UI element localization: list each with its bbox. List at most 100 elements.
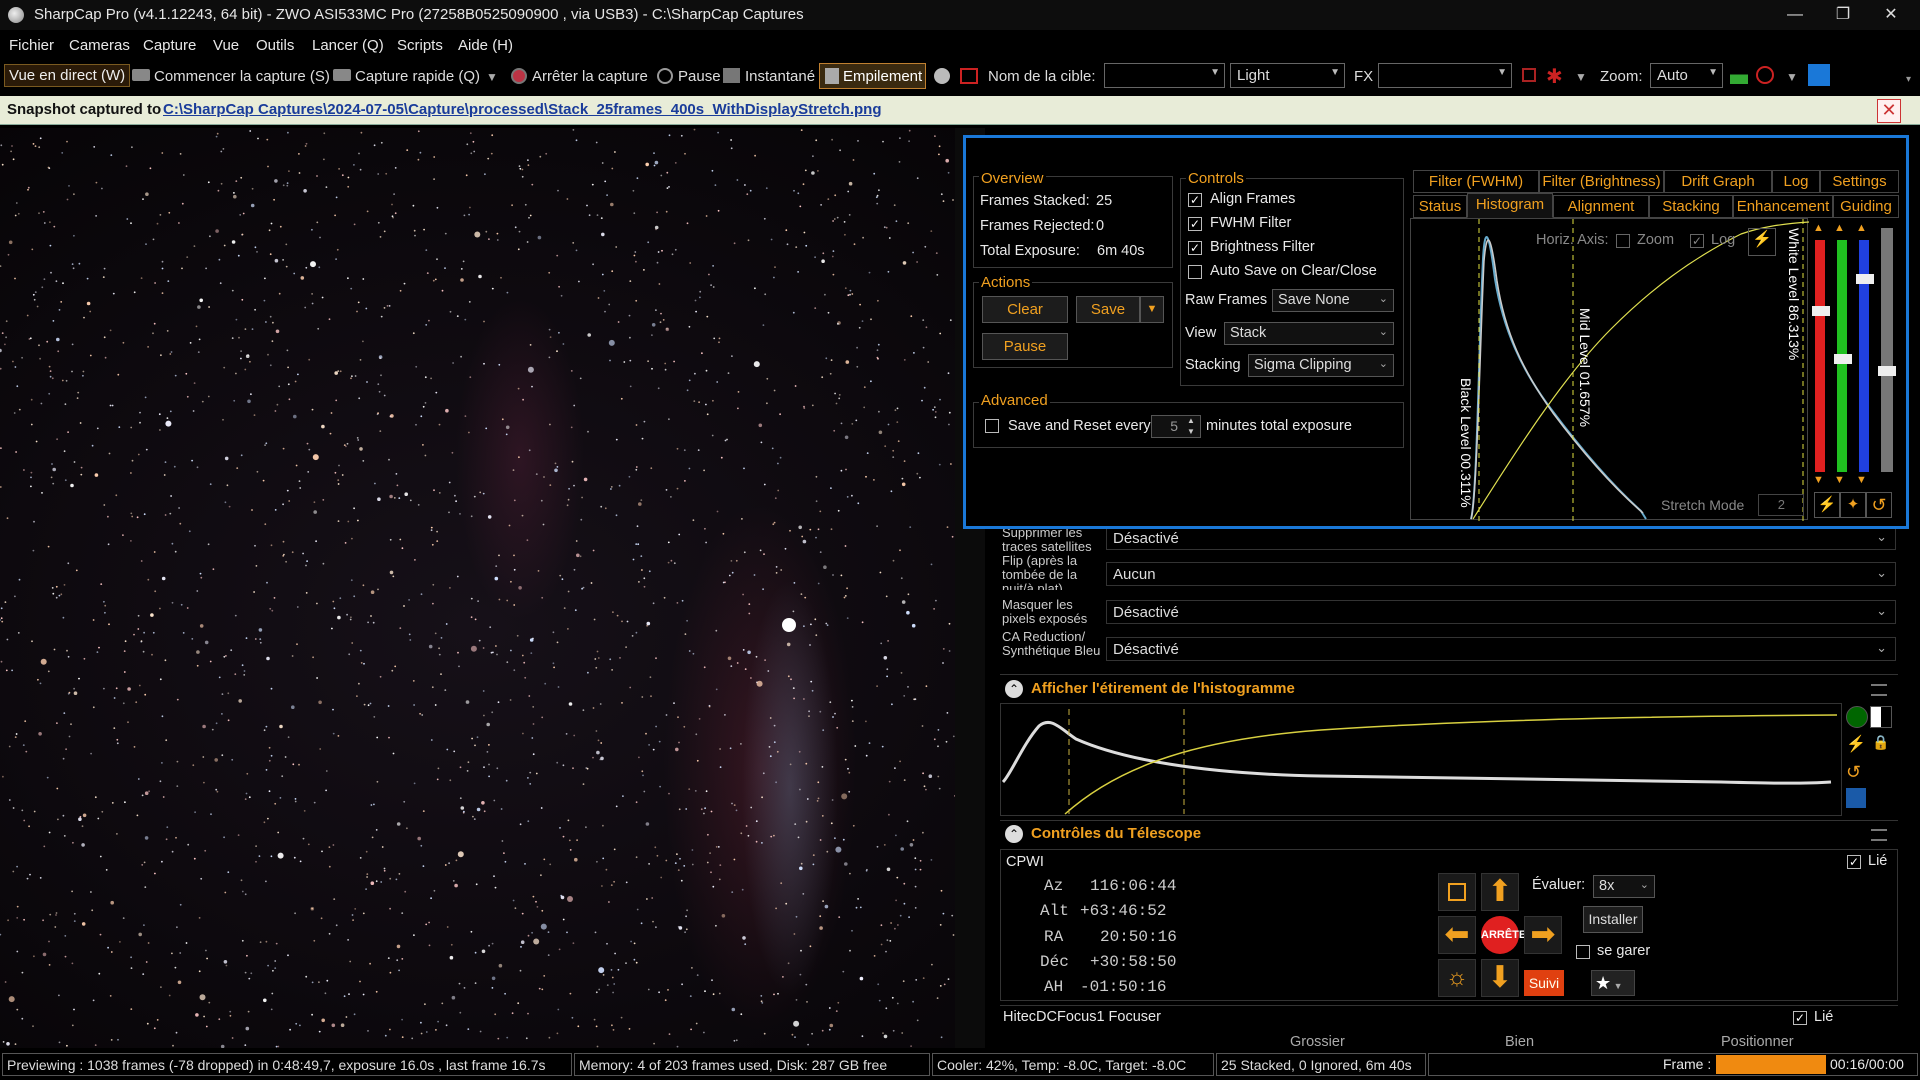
frame-type-combo[interactable]: Light ▼	[1230, 63, 1345, 88]
menu-cameras[interactable]: Cameras	[69, 37, 130, 54]
reset-icon[interactable]: ↺	[1866, 492, 1892, 518]
fwhm-filter-checkbox[interactable]: ✓	[1188, 217, 1202, 231]
pause-stack-button[interactable]: Pause	[982, 333, 1068, 360]
chevron-down-icon[interactable]: ▼	[486, 70, 498, 84]
telescope-linked-checkbox[interactable]: ✓	[1847, 855, 1861, 869]
red-level-slider[interactable]	[1815, 240, 1825, 472]
slider-up-icon[interactable]: ▲	[1856, 222, 1867, 234]
hist-zoom-checkbox[interactable]	[1616, 234, 1630, 248]
menu-scripts[interactable]: Scripts	[397, 37, 443, 54]
auto-stretch-icon[interactable]: ⚡	[1748, 228, 1776, 256]
spinner-down-icon[interactable]: ▼	[1183, 427, 1199, 437]
start-capture-button[interactable]: Commencer la capture (S)	[154, 68, 330, 85]
stacking-mode-combo[interactable]: Sigma Clipping ⌄	[1248, 354, 1394, 377]
lock-icon[interactable]: 🔒	[1872, 734, 1889, 751]
stop-capture-button[interactable]: Arrêter la capture	[532, 68, 648, 85]
blue-slider-handle[interactable]	[1856, 274, 1874, 284]
move-south-button[interactable]: ⬇	[1481, 959, 1519, 997]
clear-stack-button[interactable]: Clear	[982, 296, 1068, 323]
chevron-down-icon[interactable]: ▼	[1575, 70, 1587, 84]
slider-down-icon[interactable]: ▼	[1834, 474, 1845, 486]
spinner-up-icon[interactable]: ▲	[1183, 416, 1199, 426]
moon-icon[interactable]	[934, 68, 950, 84]
tab-stacking[interactable]: Stacking	[1649, 195, 1733, 218]
toolbar-overflow-icon[interactable]: ▾	[1906, 74, 1911, 85]
histogram-stretch-graph[interactable]	[1000, 703, 1842, 816]
live-image-view[interactable]	[0, 128, 955, 1048]
tab-filter-fwhm[interactable]: Filter (FWHM)	[1413, 170, 1539, 193]
view-combo[interactable]: Stack ⌄	[1224, 322, 1394, 345]
stop-mount-button[interactable]: ARRÊTE	[1481, 916, 1526, 954]
move-north-button[interactable]: ⬆	[1481, 873, 1519, 911]
power-icon[interactable]	[1846, 706, 1868, 728]
histogram-icon[interactable]	[1730, 68, 1748, 84]
slider-up-icon[interactable]: ▲	[1813, 222, 1824, 234]
tab-alignment[interactable]: Alignment	[1553, 195, 1649, 218]
snapshot-button[interactable]: Instantané	[745, 68, 815, 85]
install-button[interactable]: Installer	[1583, 906, 1643, 933]
collapse-icon[interactable]: ⌃	[1005, 825, 1023, 843]
rate-combo[interactable]: 8x ⌄	[1593, 875, 1655, 898]
menu-icon[interactable]	[1871, 829, 1887, 841]
autosave-checkbox[interactable]	[1188, 265, 1202, 279]
align-frames-checkbox[interactable]: ✓	[1188, 193, 1202, 207]
overall-slider-handle[interactable]	[1878, 366, 1896, 376]
red-slider-handle[interactable]	[1812, 306, 1830, 316]
menu-vue[interactable]: Vue	[213, 37, 239, 54]
chevron-down-icon[interactable]: ▼	[1786, 70, 1798, 84]
save-stack-button[interactable]: Save	[1076, 296, 1140, 323]
save-options-dropdown[interactable]: ▼	[1140, 296, 1164, 323]
hist-log-checkbox[interactable]: ✓	[1690, 234, 1704, 248]
rgb-level-sliders[interactable]: ▲ ▲ ▲ ▼ ▼ ▼	[1812, 222, 1900, 486]
menu-fichier[interactable]: Fichier	[9, 37, 54, 54]
center-target-button[interactable]: ☼	[1438, 959, 1476, 997]
close-window-button[interactable]: ✕	[1868, 0, 1914, 30]
snapshot-path-link[interactable]: C:\SharpCap Captures\2024-07-05\Capture\…	[163, 101, 881, 118]
minimize-button[interactable]: —	[1772, 0, 1818, 30]
maximize-button[interactable]: ❐	[1820, 0, 1866, 30]
menu-capture[interactable]: Capture	[143, 37, 196, 54]
slider-down-icon[interactable]: ▼	[1856, 474, 1867, 486]
contrast-icon[interactable]	[1870, 706, 1892, 728]
ca-reduction-combo[interactable]: Désactivé ⌄	[1106, 637, 1896, 661]
tab-guiding[interactable]: Guiding	[1833, 195, 1899, 218]
save-icon[interactable]	[1846, 788, 1866, 808]
frame-box-icon[interactable]	[1522, 68, 1536, 82]
slider-down-icon[interactable]: ▼	[1813, 474, 1824, 486]
fx-combo[interactable]: ▼	[1378, 63, 1512, 88]
tab-histogram[interactable]: Histogram	[1467, 193, 1553, 218]
lightning-icon[interactable]: ⚡	[1846, 734, 1866, 754]
move-east-button[interactable]: ➡	[1524, 916, 1562, 954]
pause-button[interactable]: Pause	[678, 68, 721, 85]
focuser-linked-checkbox[interactable]: ✓	[1793, 1011, 1807, 1025]
reset-icon[interactable]: ↺	[1846, 762, 1861, 783]
slider-up-icon[interactable]: ▲	[1834, 222, 1845, 234]
tab-log[interactable]: Log	[1772, 170, 1820, 193]
raw-frames-combo[interactable]: Save None ⌄	[1272, 289, 1394, 312]
move-west-button[interactable]: ⬅	[1438, 916, 1476, 954]
satellite-trail-combo[interactable]: Désactivé ⌄	[1106, 526, 1896, 550]
close-notification-button[interactable]: ✕	[1877, 99, 1901, 123]
stretch-mode-spinner[interactable]: 2	[1758, 494, 1804, 516]
menu-aide[interactable]: Aide (H)	[458, 37, 513, 54]
tab-filter-brightness[interactable]: Filter (Brightness)	[1539, 170, 1664, 193]
flip-combo[interactable]: Aucun ⌄	[1106, 562, 1896, 586]
quick-capture-button[interactable]: Capture rapide (Q)	[355, 68, 480, 85]
brightness-filter-checkbox[interactable]: ✓	[1188, 241, 1202, 255]
star-select-button[interactable]: ★ ▼	[1591, 970, 1635, 996]
spiral-search-button[interactable]	[1438, 873, 1476, 911]
sparkle-icon[interactable]: ✦	[1840, 492, 1866, 518]
park-checkbox[interactable]	[1576, 945, 1590, 959]
tab-enhancement[interactable]: Enhancement	[1733, 195, 1833, 218]
live-view-button[interactable]: Vue en direct (W)	[4, 64, 131, 87]
alarm-icon[interactable]	[1756, 66, 1774, 84]
tab-settings[interactable]: Settings	[1820, 170, 1899, 193]
menu-lancer[interactable]: Lancer (Q)	[312, 37, 384, 54]
target-name-combo[interactable]: ▼	[1104, 63, 1225, 88]
track-button[interactable]: Suivi	[1524, 970, 1564, 996]
tab-status[interactable]: Status	[1413, 195, 1467, 218]
mask-pixels-combo[interactable]: Désactivé ⌄	[1106, 600, 1896, 624]
save-reset-checkbox[interactable]	[985, 419, 999, 433]
tools-icon[interactable]	[1808, 64, 1830, 86]
lightning-icon[interactable]: ⚡	[1814, 492, 1840, 518]
